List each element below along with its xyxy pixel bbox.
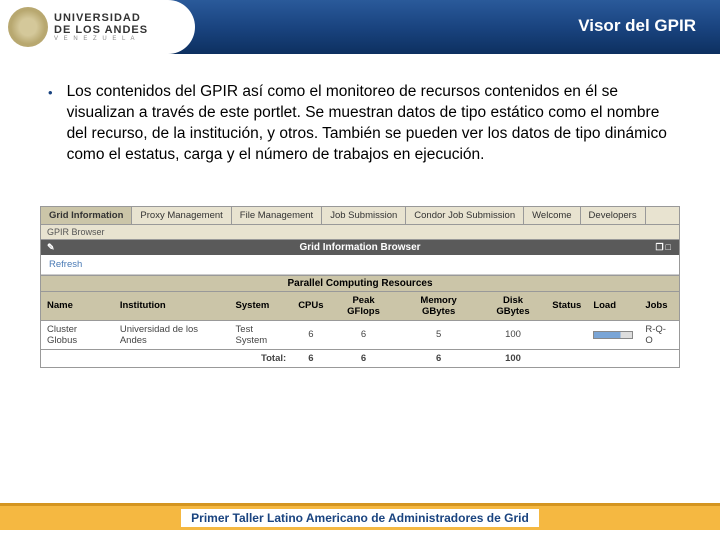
footer-text: Primer Taller Latino Americano de Admini…	[181, 509, 539, 527]
window-icons[interactable]: ❐□	[655, 242, 673, 253]
bullet-icon: •	[48, 85, 53, 100]
tab-bar: Grid Information Proxy Management File M…	[41, 207, 679, 225]
gpir-portlet: Grid Information Proxy Management File M…	[40, 206, 680, 368]
col-load: Load	[587, 292, 639, 321]
tab-proxy-management[interactable]: Proxy Management	[132, 207, 231, 224]
cell-cpus: 6	[292, 320, 329, 349]
tab-developers[interactable]: Developers	[581, 207, 646, 224]
col-name: Name	[41, 292, 114, 321]
col-mem: Memory GBytes	[398, 292, 480, 321]
tab-job-submission[interactable]: Job Submission	[322, 207, 406, 224]
col-status: Status	[546, 292, 587, 321]
logo-text: UNIVERSIDAD DE LOS ANDES V E N E Z U E L…	[54, 12, 148, 43]
logo-line2: DE LOS ANDES	[54, 24, 148, 36]
col-institution: Institution	[114, 292, 230, 321]
footer-band: Primer Taller Latino Americano de Admini…	[0, 506, 720, 530]
content-area: • Los contenidos del GPIR así como el mo…	[0, 54, 720, 176]
table-header-row: Name Institution System CPUs Peak GFlops…	[41, 292, 679, 321]
tab-welcome[interactable]: Welcome	[524, 207, 580, 224]
col-jobs: Jobs	[639, 292, 679, 321]
col-cpus: CPUs	[292, 292, 329, 321]
portlet-title-text: Grid Information Browser	[299, 242, 420, 253]
tab-grid-information[interactable]: Grid Information	[41, 207, 132, 224]
cell-system: Test System	[230, 320, 293, 349]
cell-disk: 100	[480, 320, 547, 349]
total-mem: 6	[398, 349, 480, 367]
refresh-link[interactable]: Refresh	[41, 255, 679, 275]
portlet-title-bar: ✎ Grid Information Browser ❐□	[41, 240, 679, 255]
total-disk: 100	[480, 349, 547, 367]
edit-icon[interactable]: ✎	[47, 242, 55, 253]
bullet-item: • Los contenidos del GPIR así como el mo…	[48, 82, 672, 166]
cell-load	[587, 320, 639, 349]
section-title: Parallel Computing Resources	[41, 275, 679, 292]
resources-table: Name Institution System CPUs Peak GFlops…	[41, 292, 679, 367]
cell-jobs: R-Q-O	[639, 320, 679, 349]
cell-institution: Universidad de los Andes	[114, 320, 230, 349]
page-title: Visor del GPIR	[578, 16, 696, 36]
table-row: Cluster Globus Universidad de los Andes …	[41, 320, 679, 349]
bullet-text: Los contenidos del GPIR así como el moni…	[67, 82, 672, 166]
logo-container: UNIVERSIDAD DE LOS ANDES V E N E Z U E L…	[0, 0, 195, 54]
logo-line3: V E N E Z U E L A	[54, 36, 148, 43]
cell-name: Cluster Globus	[41, 320, 114, 349]
table-total-row: Total: 6 6 6 100	[41, 349, 679, 367]
col-gflops: Peak GFlops	[330, 292, 398, 321]
cell-gflops: 6	[330, 320, 398, 349]
col-disk: Disk GBytes	[480, 292, 547, 321]
total-gflops: 6	[330, 349, 398, 367]
cell-status	[546, 320, 587, 349]
total-cpus: 6	[292, 349, 329, 367]
cell-mem: 5	[398, 320, 480, 349]
university-seal-icon	[8, 7, 48, 47]
tab-file-management[interactable]: File Management	[232, 207, 322, 224]
slide-header: UNIVERSIDAD DE LOS ANDES V E N E Z U E L…	[0, 0, 720, 54]
load-bar-icon	[593, 331, 633, 339]
total-label: Total:	[230, 349, 293, 367]
subtab-gpir-browser[interactable]: GPIR Browser	[41, 225, 679, 240]
logo-line1: UNIVERSIDAD	[54, 12, 148, 24]
col-system: System	[230, 292, 293, 321]
tab-condor-job-submission[interactable]: Condor Job Submission	[406, 207, 524, 224]
